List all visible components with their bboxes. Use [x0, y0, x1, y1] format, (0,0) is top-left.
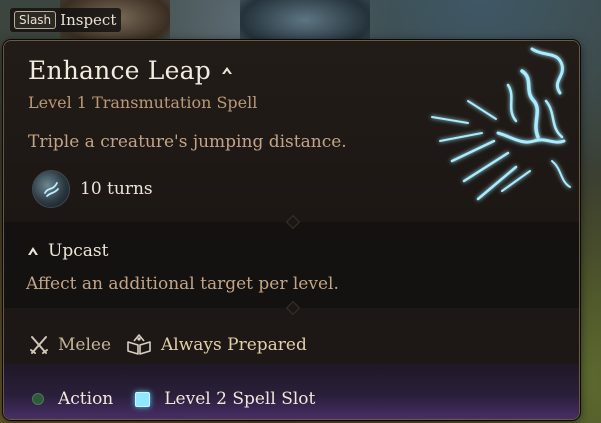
spell-level-school: Level 1 Transmutation Spell	[28, 93, 258, 112]
spell-duration: 10 turns	[32, 170, 153, 208]
spell-name: Enhance Leap	[28, 56, 211, 85]
inspect-keybind-hint: Slash Inspect	[10, 8, 122, 32]
tag-melee: Melee	[28, 334, 111, 356]
tooltip-upcast-section	[4, 222, 579, 308]
spell-slot-icon	[135, 391, 151, 407]
spellbook-icon	[127, 334, 151, 355]
cost-spell-slot-label: Level 2 Spell Slot	[164, 389, 316, 409]
tag-always-prepared: Always Prepared	[125, 334, 307, 356]
cost-action-label: Action	[58, 389, 114, 409]
cost-action: Action	[32, 389, 113, 409]
crossed-swords-icon	[30, 336, 48, 354]
upcastable-icon	[221, 66, 232, 74]
spell-costs: Action Level 2 Spell Slot	[32, 389, 337, 409]
spell-tooltip: Enhance Leap Level 1 Transmutation Spell…	[3, 40, 580, 420]
cost-spell-slot: Level 2 Spell Slot	[135, 389, 315, 409]
enhance-leap-spell-art	[431, 47, 571, 201]
keybind-key: Slash	[14, 11, 57, 29]
duration-effect-icon	[32, 170, 70, 208]
duration-text: 10 turns	[80, 179, 153, 199]
tag-melee-label: Melee	[58, 335, 112, 355]
action-dot-icon	[32, 393, 44, 405]
upcast-description: Affect an additional target per level.	[26, 274, 339, 294]
spell-tags: Melee Always Prepared	[28, 334, 307, 356]
tag-always-prepared-label: Always Prepared	[161, 335, 307, 355]
upcast-label: Upcast	[48, 241, 109, 261]
upcast-heading: Upcast	[26, 241, 108, 261]
spell-description: Triple a creature's jumping distance.	[28, 132, 347, 152]
spell-title-row: Enhance Leap	[28, 56, 234, 85]
upcast-icon	[28, 247, 38, 255]
keybind-action: Inspect	[60, 11, 117, 29]
